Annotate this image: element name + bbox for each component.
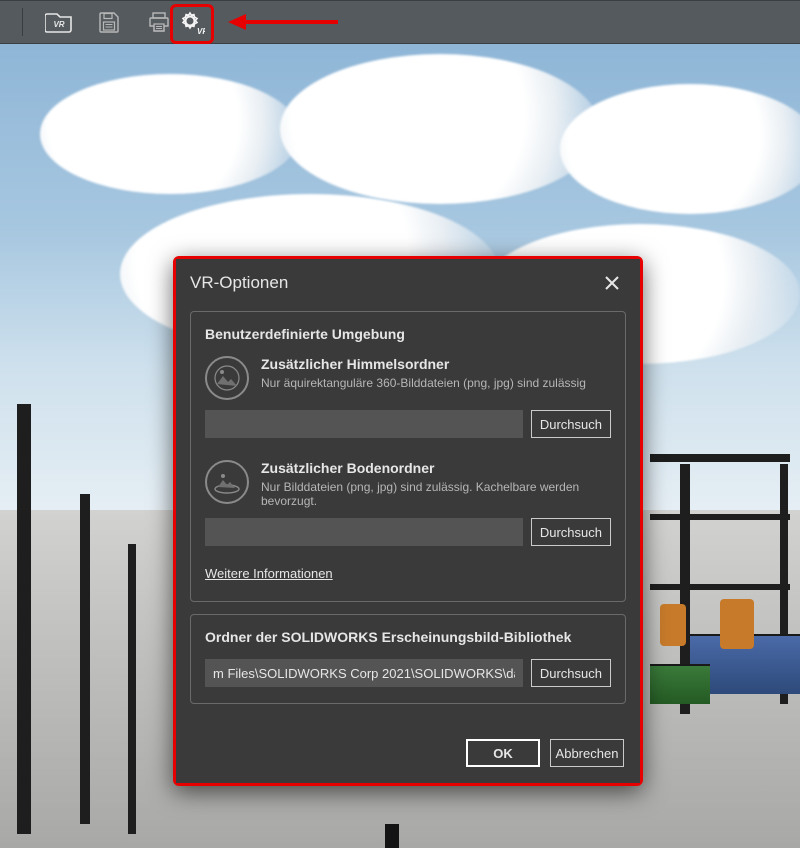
vr-options-dialog-highlight: VR-Optionen Benutzerdefinierte Umgebung: [173, 256, 643, 786]
custom-environment-section: Benutzerdefinierte Umgebung Zusätzlicher…: [190, 311, 626, 602]
landscape-icon: [213, 364, 241, 392]
print-icon: [147, 10, 171, 34]
ok-button[interactable]: OK: [466, 739, 540, 767]
save-button[interactable]: [93, 6, 125, 38]
ground-folder-sub: Nur Bilddateien (png, jpg) sind zulässig…: [261, 480, 611, 508]
sky-folder-browse-button[interactable]: Durchsuch: [531, 410, 611, 438]
vr-settings-button[interactable]: VR: [179, 11, 205, 37]
cancel-button[interactable]: Abbrechen: [550, 739, 624, 767]
landscape-disc-icon: [212, 467, 242, 497]
appearance-library-section: Ordner der SOLIDWORKS Erscheinungsbild-B…: [190, 614, 626, 704]
annotation-arrow: [228, 12, 338, 32]
dialog-title: VR-Optionen: [190, 273, 288, 293]
sky-folder-icon: [205, 356, 249, 400]
svg-text:VR: VR: [197, 27, 205, 36]
ground-folder-input[interactable]: [205, 518, 523, 546]
ground-folder-title: Zusätzlicher Bodenordner: [261, 460, 611, 476]
save-icon: [97, 10, 121, 34]
vr-folder-icon: VR: [45, 11, 73, 33]
ground-folder-browse-button[interactable]: Durchsuch: [531, 518, 611, 546]
toolbar-divider: [22, 8, 23, 36]
svg-text:VR: VR: [53, 20, 64, 29]
appearance-library-input[interactable]: [205, 659, 523, 687]
toolbar: VR: [0, 0, 800, 44]
sky-folder-input[interactable]: [205, 410, 523, 438]
vr-settings-highlight: VR: [170, 4, 214, 44]
appearance-library-browse-button[interactable]: Durchsuch: [531, 659, 611, 687]
appearance-library-title: Ordner der SOLIDWORKS Erscheinungsbild-B…: [205, 629, 611, 645]
vr-settings-icon: VR: [179, 11, 205, 37]
ground-folder-icon: [205, 460, 249, 504]
close-icon: [604, 275, 620, 291]
sky-folder-title: Zusätzlicher Himmelsordner: [261, 356, 611, 372]
sky-folder-sub: Nur äquirektanguläre 360-Bilddateien (pn…: [261, 376, 611, 390]
dialog-close-button[interactable]: [598, 269, 626, 297]
vr-options-dialog: VR-Optionen Benutzerdefinierte Umgebung: [176, 259, 640, 783]
vr-folder-button[interactable]: VR: [43, 6, 75, 38]
custom-env-title: Benutzerdefinierte Umgebung: [205, 326, 611, 342]
more-info-link[interactable]: Weitere Informationen: [205, 566, 333, 581]
